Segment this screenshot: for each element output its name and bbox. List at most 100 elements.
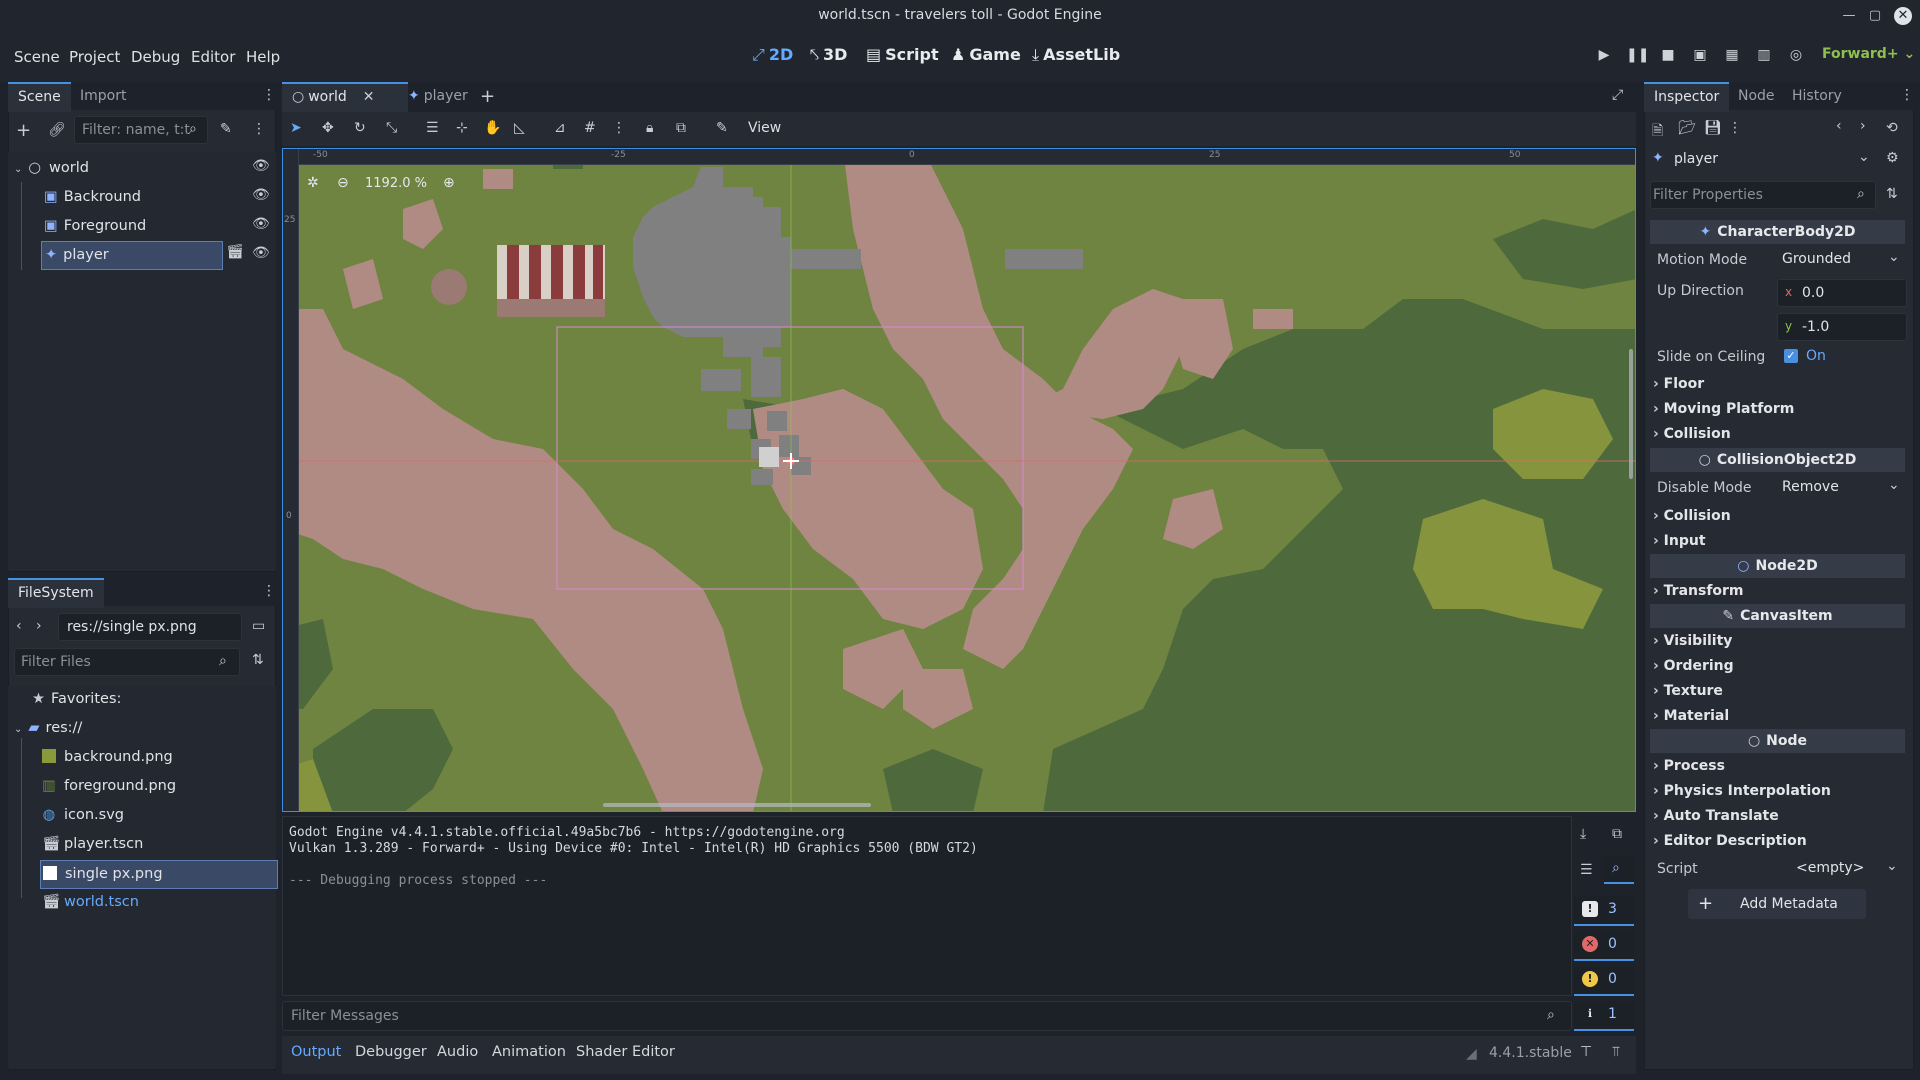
renderer-select[interactable]: Forward+ ⌄ bbox=[1822, 46, 1915, 62]
slide-on-ceiling-checkbox[interactable]: ✓ On bbox=[1780, 346, 1860, 368]
section-physics-interpolation[interactable]: › Physics Interpolation bbox=[1653, 783, 1831, 799]
file-item-selected[interactable]: single px.png bbox=[40, 860, 278, 889]
menu-debug[interactable]: Debug bbox=[131, 48, 180, 66]
play-custom-icon[interactable]: ▥ bbox=[1754, 47, 1774, 67]
section-collision-2[interactable]: › Collision bbox=[1653, 508, 1731, 524]
search-toggle[interactable]: ⌕ bbox=[1604, 856, 1634, 884]
folder-res[interactable]: ⌄ ▰ res:// bbox=[14, 715, 82, 742]
file-item[interactable]: ▥ foreground.png bbox=[42, 773, 176, 800]
history-forward-icon[interactable]: › bbox=[1860, 118, 1866, 134]
tab-node[interactable]: Node bbox=[1728, 82, 1785, 110]
tab-shader-editor[interactable]: Shader Editor bbox=[576, 1044, 675, 1060]
visibility-eye-icon[interactable]: 👁︎ bbox=[252, 187, 270, 203]
messages-filter-button[interactable]: ! 3 bbox=[1574, 896, 1634, 926]
close-icon[interactable]: ✕ bbox=[363, 84, 375, 110]
warnings-filter-button[interactable]: ! 0 bbox=[1574, 966, 1634, 996]
lock-icon[interactable]: 🔒︎ bbox=[646, 120, 653, 136]
kebab-menu-icon[interactable]: ⋮ bbox=[252, 121, 266, 137]
visibility-eye-icon[interactable]: 👁︎ bbox=[252, 158, 270, 174]
tab-audio[interactable]: Audio bbox=[437, 1044, 478, 1060]
visibility-eye-icon[interactable]: 👁︎ bbox=[252, 245, 270, 261]
tab-animation[interactable]: Animation bbox=[492, 1044, 566, 1060]
scene-tab-player[interactable]: ✦ player bbox=[398, 82, 478, 110]
back-icon[interactable]: ‹ bbox=[16, 618, 22, 634]
center-view-icon[interactable]: ✲ bbox=[307, 175, 319, 191]
tab-import[interactable]: Import bbox=[70, 82, 136, 110]
history-back-icon[interactable]: ‹ bbox=[1836, 118, 1842, 134]
section-process[interactable]: › Process bbox=[1653, 758, 1725, 774]
copy-icon[interactable]: ⧉ bbox=[1612, 826, 1622, 842]
section-floor[interactable]: › Floor bbox=[1653, 376, 1704, 392]
maximize-icon[interactable]: ▢ bbox=[1866, 7, 1884, 25]
kebab-menu-icon[interactable]: ⋮ bbox=[262, 87, 276, 103]
filter-messages-input[interactable]: Filter Messages ⌕ bbox=[282, 1001, 1572, 1031]
up-direction-x-field[interactable]: x 0.0 bbox=[1777, 279, 1907, 307]
pin-icon[interactable]: ⊤ bbox=[1580, 1044, 1592, 1060]
file-item[interactable]: ◍ icon.svg bbox=[42, 802, 124, 829]
stop-icon[interactable]: ■ bbox=[1658, 47, 1678, 67]
tree-node-player[interactable]: ✦ player bbox=[41, 241, 223, 270]
kebab-menu-icon[interactable]: ⋮ bbox=[1728, 120, 1742, 136]
tab-scene[interactable]: Scene bbox=[8, 82, 71, 112]
pan-tool-icon[interactable]: ✋ bbox=[484, 120, 501, 136]
zoom-out-icon[interactable]: ⊖ bbox=[337, 175, 349, 191]
tree-node-foreground[interactable]: ▣ Foreground bbox=[44, 213, 146, 240]
kebab-menu-icon[interactable]: ⋮ bbox=[1900, 87, 1914, 103]
workspace-assetlib-button[interactable]: ⤓ AssetLib bbox=[1032, 45, 1120, 65]
object-selector[interactable]: ✦ player ⌄ bbox=[1650, 147, 1876, 173]
menu-help[interactable]: Help bbox=[246, 48, 280, 66]
tab-filesystem[interactable]: FileSystem bbox=[8, 578, 104, 608]
section-moving-platform[interactable]: › Moving Platform bbox=[1653, 401, 1794, 417]
bone-icon[interactable]: ✎ bbox=[716, 120, 728, 136]
menu-scene[interactable]: Scene bbox=[14, 48, 60, 66]
path-field[interactable]: res://single px.png bbox=[58, 613, 242, 641]
grid-snap-icon[interactable]: # bbox=[584, 120, 596, 136]
split-view-icon[interactable]: ▭ bbox=[252, 618, 265, 634]
tab-output[interactable]: Output bbox=[291, 1044, 341, 1060]
tab-debugger[interactable]: Debugger bbox=[355, 1044, 427, 1060]
script-select[interactable]: <empty> ⌄ bbox=[1790, 856, 1906, 882]
remote-debug-icon[interactable]: ▣ bbox=[1690, 47, 1710, 67]
favorites-item[interactable]: ★ Favorites: bbox=[32, 686, 121, 713]
workspace-3d-button[interactable]: ⤣ 3D bbox=[810, 45, 847, 65]
tree-node-world[interactable]: ⌄ ○ world bbox=[14, 155, 89, 182]
section-transform[interactable]: › Transform bbox=[1653, 583, 1744, 599]
play-scene-icon[interactable]: ▦ bbox=[1722, 47, 1742, 67]
output-log[interactable]: Godot Engine v4.4.1.stable.official.49a5… bbox=[282, 816, 1572, 996]
errors-filter-button[interactable]: ✕ 0 bbox=[1574, 931, 1634, 961]
scale-tool-icon[interactable]: ⤡ bbox=[386, 120, 397, 136]
forward-icon[interactable]: › bbox=[36, 618, 42, 634]
workspace-game-button[interactable]: ♟ Game bbox=[951, 45, 1021, 64]
new-resource-icon[interactable]: 🗎︎ bbox=[1652, 120, 1663, 144]
viewport[interactable]: -50 -25 0 25 50 25 0 ✲ ⊖ 1192.0 % ⊕ bbox=[282, 148, 1636, 812]
movie-maker-icon[interactable]: ◎ bbox=[1786, 47, 1806, 67]
info-filter-button[interactable]: ℹ1 bbox=[1574, 1001, 1634, 1031]
kebab-menu-icon[interactable]: ⋮ bbox=[262, 583, 276, 599]
ruler-tool-icon[interactable]: ◺ bbox=[514, 120, 525, 136]
distraction-free-icon[interactable]: ⤢ bbox=[1612, 87, 1623, 103]
sort-icon[interactable]: ⇅ bbox=[1886, 186, 1898, 202]
zoom-in-icon[interactable]: ⊕ bbox=[443, 175, 455, 191]
close-window-icon[interactable]: ✕ bbox=[1894, 7, 1912, 25]
up-direction-y-field[interactable]: y -1.0 bbox=[1777, 313, 1907, 341]
section-input[interactable]: › Input bbox=[1653, 533, 1706, 549]
tab-history[interactable]: History bbox=[1782, 82, 1852, 110]
add-metadata-button[interactable]: + Add Metadata bbox=[1688, 889, 1866, 919]
section-collision[interactable]: › Collision bbox=[1653, 426, 1731, 442]
workspace-2d-button[interactable]: ⤢ 2D bbox=[752, 45, 793, 65]
pause-icon[interactable]: ❚❚ bbox=[1626, 47, 1649, 67]
list-select-icon[interactable]: ☰ bbox=[426, 120, 439, 136]
expand-panel-icon[interactable]: ⫪ bbox=[1612, 1044, 1620, 1060]
view-menu[interactable]: View bbox=[748, 120, 781, 136]
pivot-tool-icon[interactable]: ⊹ bbox=[456, 120, 468, 136]
file-item[interactable]: 🎬︎ player.tscn bbox=[42, 831, 143, 858]
menu-project[interactable]: Project bbox=[69, 48, 120, 66]
object-history-icon[interactable]: ⟲ bbox=[1886, 120, 1898, 136]
filter-list-icon[interactable]: ☰ bbox=[1580, 862, 1593, 878]
minimize-icon[interactable]: — bbox=[1840, 7, 1858, 25]
open-folder-icon[interactable]: 📂︎ bbox=[1678, 120, 1696, 136]
files-filter-input[interactable]: Filter Files ⌕ bbox=[14, 648, 240, 676]
link-icon[interactable]: 🔗︎ bbox=[48, 122, 66, 138]
add-node-icon[interactable]: + bbox=[16, 120, 31, 141]
file-item[interactable]: 🎬︎ world.tscn bbox=[42, 889, 139, 916]
